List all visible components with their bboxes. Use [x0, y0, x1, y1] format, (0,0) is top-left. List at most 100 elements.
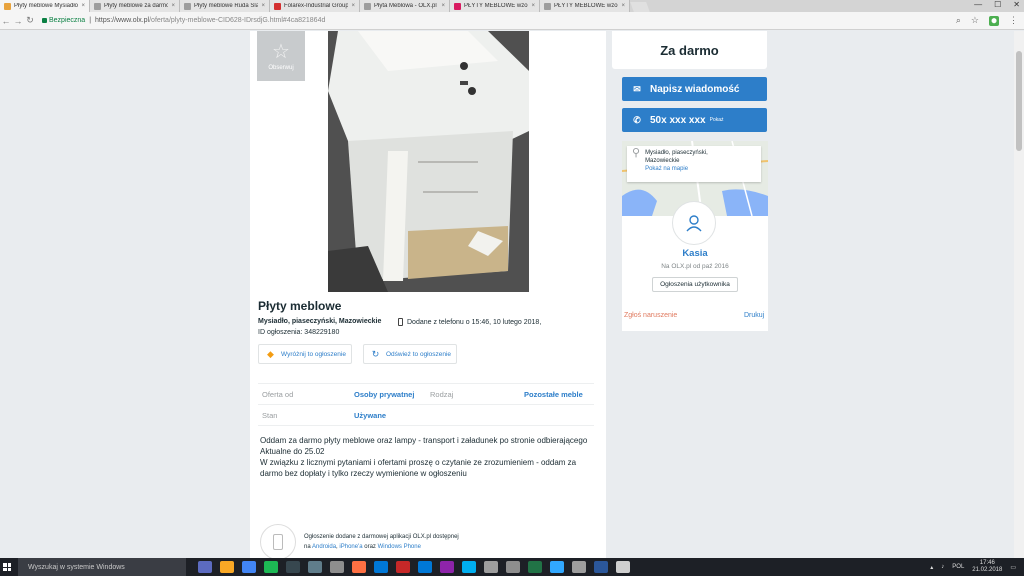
language-indicator[interactable]: POL — [952, 564, 964, 570]
bookmark-star-icon[interactable]: ☆ — [971, 15, 979, 26]
param-value-link[interactable]: Pozostałe meble — [524, 390, 583, 399]
browser-toolbar: ← → ↻ Bezpieczna | https://www.olx.pl/of… — [0, 12, 1024, 30]
iphone-link[interactable]: iPhone'a — [339, 544, 362, 550]
forward-icon[interactable]: → — [12, 16, 24, 26]
taskbar-app-icon[interactable] — [594, 561, 608, 573]
taskbar-app-icon[interactable] — [462, 561, 476, 573]
taskbar-app-icon[interactable] — [264, 561, 278, 573]
refresh-icon: ↻ — [371, 348, 380, 359]
menu-icon[interactable]: ⋮ — [1009, 15, 1018, 26]
browser-tab[interactable]: Płyty meblowe Mysiadło × — [0, 0, 90, 12]
browser-tab[interactable]: Płyta Meblowa - OLX.pl × — [360, 0, 450, 12]
user-avatar-icon — [672, 201, 716, 245]
minimize-icon[interactable]: — — [974, 0, 982, 9]
tab-close-icon[interactable]: × — [171, 3, 175, 9]
user-ads-button[interactable]: Ogłoszenia użytkownika — [652, 277, 738, 292]
seller-name-link[interactable]: Kasia — [622, 248, 768, 259]
param-key: Oferta od — [262, 389, 294, 399]
taskbar-app-icon[interactable] — [198, 561, 212, 573]
taskbar-app-icon[interactable] — [374, 561, 388, 573]
taskbar-app-icon[interactable] — [286, 561, 300, 573]
listing-id: ID ogłoszenia: 348229180 — [258, 329, 340, 336]
tab-close-icon[interactable]: × — [351, 3, 355, 9]
system-tray: ▴ ♪ POL 17:46 21.02.2018 ▭ — [930, 558, 1016, 576]
taskbar-app-icon[interactable] — [308, 561, 322, 573]
listing-title: Płyty meblowe — [258, 299, 342, 313]
report-link[interactable]: Zgłoś naruszenie — [624, 312, 677, 319]
seller-since: Na OLX.pl od paź 2016 — [661, 263, 729, 270]
taskbar-app-icon[interactable] — [418, 561, 432, 573]
param-value-link[interactable]: Osoby prywatnej — [354, 390, 430, 399]
show-phone-button[interactable]: ✆ 50x xxx xxx Pokaż — [622, 108, 767, 132]
taskbar-app-icon[interactable] — [572, 561, 586, 573]
scrollbar-thumb[interactable] — [1016, 51, 1022, 151]
seller-card: ⚲ Mysiadło, piaseczyński, Mazowieckie Po… — [622, 141, 768, 331]
price-label: Za darmo — [612, 31, 767, 69]
taskbar-app-icon[interactable] — [616, 561, 630, 573]
promote-ad-button[interactable]: ◆ Wyróżnij to ogłoszenie — [258, 344, 352, 364]
param-value-link[interactable]: Używane — [354, 411, 430, 420]
tab-close-icon[interactable]: × — [441, 3, 445, 9]
taskbar-app-icon[interactable] — [506, 561, 520, 573]
reload-icon[interactable]: ↻ — [24, 15, 36, 26]
lock-icon — [42, 18, 47, 23]
taskbar-search[interactable]: Wyszukaj w systemie Windows — [18, 558, 186, 576]
extension-icon[interactable]: ⬤ — [989, 15, 999, 26]
windows-phone-link[interactable]: Windows Phone — [378, 544, 421, 550]
window-controls: — ☐ ✕ — [974, 0, 1020, 9]
mobile-phone-icon — [398, 318, 403, 326]
listing-added-date: Dodane z telefonu o 15:46, 10 lutego 201… — [398, 318, 541, 326]
maximize-icon[interactable]: ☐ — [994, 0, 1001, 9]
kite-icon: ◆ — [267, 348, 274, 359]
address-bar[interactable]: Bezpieczna | https://www.olx.pl/oferta/p… — [42, 17, 325, 24]
tab-favicon-icon — [454, 2, 461, 10]
taskbar-app-icon[interactable] — [396, 561, 410, 573]
browser-tab[interactable]: Folarex-Industrial Group × — [270, 0, 360, 12]
browser-tab[interactable]: PŁYTY MEBLOWE wzornik× — [540, 0, 630, 12]
taskbar-app-icon[interactable] — [484, 561, 498, 573]
taskbar-app-icon[interactable] — [220, 561, 234, 573]
network-icon[interactable]: ▴ — [930, 564, 933, 571]
page-scrollbar[interactable] — [1014, 31, 1024, 558]
zoom-icon[interactable]: ⌕ — [956, 15, 961, 26]
close-icon[interactable]: ✕ — [1013, 0, 1020, 9]
print-link[interactable]: Drukuj — [744, 312, 764, 319]
taskbar-app-icon[interactable] — [352, 561, 366, 573]
taskbar-app-icon[interactable] — [528, 561, 542, 573]
listing-photo[interactable] — [328, 31, 529, 292]
taskbar-app-icon[interactable] — [242, 561, 256, 573]
tab-close-icon[interactable]: × — [621, 3, 625, 9]
notifications-icon[interactable]: ▭ — [1010, 564, 1016, 571]
smartphone-icon — [260, 524, 296, 558]
envelope-icon: ✉ — [633, 83, 641, 94]
start-button[interactable] — [0, 558, 14, 576]
browser-tab[interactable]: Płyty meblowe Ruda Śląsk × — [180, 0, 270, 12]
map-address-box: ⚲ Mysiadło, piaseczyński, Mazowieckie Po… — [627, 146, 761, 182]
android-link[interactable]: Androida — [312, 544, 336, 550]
browser-tab[interactable]: PŁYTY MEBLOWE wzornik× — [450, 0, 540, 12]
taskbar-apps — [198, 561, 630, 573]
tab-close-icon[interactable]: × — [261, 3, 265, 9]
volume-icon[interactable]: ♪ — [941, 564, 944, 570]
page-content: ☆ Obserwuj Płyty meblowe Mysiadło, piase… — [0, 31, 1024, 558]
browser-tab[interactable]: Płyty meblowe za darmo × — [90, 0, 180, 12]
back-icon[interactable]: ← — [0, 16, 12, 26]
listing-description: Oddam za darmo płyty meblowe oraz lampy … — [260, 435, 600, 479]
refresh-ad-button[interactable]: ↻ Odśwież to ogłoszenie — [363, 344, 458, 364]
send-message-button[interactable]: ✉ Napisz wiadomość — [622, 77, 767, 101]
observe-button[interactable]: ☆ Obserwuj — [257, 31, 305, 81]
taskbar-app-icon[interactable] — [330, 561, 344, 573]
description-line: darmo bez dopłaty i tylko rzeczy wymieni… — [260, 469, 467, 478]
tab-favicon-icon — [274, 2, 281, 10]
tab-close-icon[interactable]: × — [81, 3, 85, 9]
description-line: W związku z licznymi pytaniami i ofertam… — [260, 458, 577, 467]
app-note: Ogłoszenie dodane z darmowej aplikacji O… — [260, 524, 459, 558]
tab-close-icon[interactable]: × — [531, 3, 535, 9]
taskbar-app-icon[interactable] — [440, 561, 454, 573]
new-tab-button[interactable] — [630, 2, 650, 12]
clock[interactable]: 17:46 21.02.2018 — [972, 560, 1002, 574]
show-on-map-link[interactable]: Pokaż na mapie — [645, 166, 688, 172]
tab-favicon-icon — [94, 2, 101, 10]
taskbar-app-icon[interactable] — [550, 561, 564, 573]
browser-tab-strip: Płyty meblowe Mysiadło × Płyty meblowe za … — [0, 0, 1024, 12]
